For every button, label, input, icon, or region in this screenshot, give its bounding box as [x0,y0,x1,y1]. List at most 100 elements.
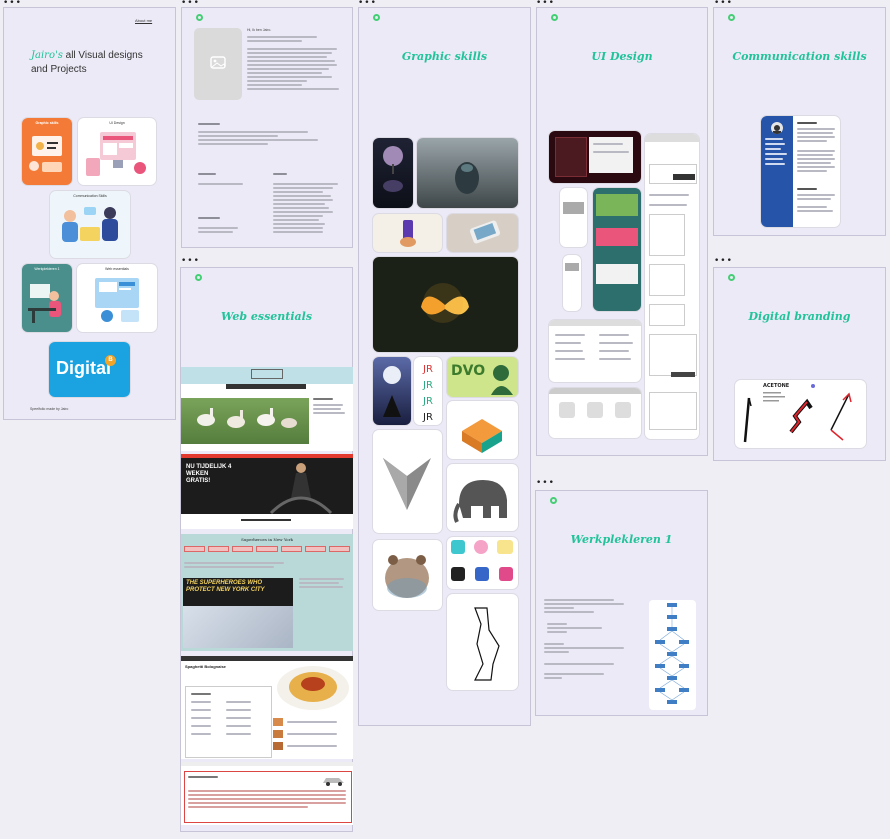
digital-badge-icon: B [105,355,116,366]
dvo-poster-image: DVO [451,363,513,395]
ui-design-frame: UI Design [536,7,708,456]
frame-title: Digital branding [748,310,851,323]
rock-image [455,162,479,194]
communication-illustration-icon [62,207,118,242]
isometric-house-image [462,419,502,453]
frame-title: Web essentials [220,310,313,323]
about-greeting: Hi, Ik ben Jairo. [247,28,272,32]
designer-illustration-icon [29,136,62,172]
ui-mockup-mobile-1[interactable] [560,188,587,247]
phone-hand-image [400,220,416,247]
ui-mockup-contact-page[interactable] [549,388,641,438]
web-project-alpaca-site[interactable] [181,367,353,451]
svg-text:JR: JR [422,380,433,391]
werkplekleren-frame: Werkplekleren 1 [535,490,708,716]
frame-menu-dots[interactable]: ••• [181,0,200,8]
artwork-dvo-poster[interactable]: DVO [447,357,518,397]
ui-mockup-wireframe-table[interactable] [549,320,641,382]
avatar [771,122,783,134]
gym-banner-text: NU TIJDELIJK 4 WEKEN GRATIS! [186,464,232,484]
intro-card-web-essentials[interactable]: Web essentials [77,264,157,332]
frame-title: Werkplekleren 1 [570,533,673,546]
ui-mockup-desktop-form[interactable] [645,134,699,439]
ui-mockup-login-dark[interactable] [549,131,641,183]
alpaca-photo [197,408,297,428]
intro-card-werkplekleren[interactable]: Werkplekleren 1 [22,264,72,332]
web-project-superheroes-site[interactable]: Superheroes in New York THE SUPERHEROES … [181,534,353,651]
frame-title: UI Design [591,50,653,63]
artwork-fire-butterfly[interactable] [373,257,518,352]
artwork-phone-hand[interactable] [373,214,442,252]
profile-image-placeholder [194,28,242,100]
frame-menu-dots[interactable]: ••• [3,0,22,8]
communication-frame: Communication skills [713,7,886,236]
web-project-car-site[interactable] [181,762,353,825]
intro-card-digital[interactable]: Digital B [49,342,130,397]
artwork-moon-girl[interactable] [373,357,411,425]
jr-logo-variants: JR JR JR JR [422,364,433,423]
artwork-night-tree[interactable] [373,138,413,208]
frame-menu-dots[interactable]: ••• [714,0,733,8]
web-project-gym-site[interactable]: NU TIJDELIJK 4 WEKEN GRATIS! [181,454,353,529]
ui-design-illustration-icon [86,132,146,176]
frame-menu-dots[interactable]: ••• [181,257,200,266]
athlete-photo [269,463,333,515]
car-photo [323,778,344,786]
werkplek-flowchart[interactable] [649,600,696,710]
frame-pin-icon [550,497,557,504]
frame-menu-dots[interactable]: ••• [714,257,733,266]
artwork-jr-logos[interactable]: JR JR JR JR [414,357,442,425]
frame-title: Communication skills [732,50,867,63]
intro-card-ui-design[interactable]: UI Design [78,118,156,185]
cv-document[interactable] [761,116,840,227]
frame-pin-icon [728,14,735,21]
phone-mockup-image [469,220,501,244]
artwork-kangaroo-sketch[interactable] [447,594,518,690]
app-icons-image [451,540,513,581]
intro-title-line2: and Projects [31,64,87,75]
artwork-bear[interactable] [373,540,442,610]
superheroes-banner-text: THE SUPERHEROES WHO PROTECT NEW YORK CIT… [186,580,265,593]
artwork-rock-on-table[interactable] [417,138,518,208]
intro-footer: Speelfolio made by Jairo [30,407,69,411]
spaghetti-photo [277,666,349,710]
branding-logo-sheet[interactable]: ACETONE [735,380,866,448]
digital-badge-text: B [108,357,113,363]
web-illustration-icon [95,278,139,322]
frame-menu-dots[interactable]: ••• [536,479,555,488]
frame-menu-dots[interactable]: ••• [358,0,377,8]
artwork-phone-mockup[interactable] [447,214,518,252]
ui-mockup-mobile-2[interactable] [563,255,581,311]
werkplek-text-lines [544,599,639,689]
moon-image [383,366,401,417]
tree-reflection-image [383,146,403,192]
web-project-recipe-site[interactable]: Spaghetti Bolognaise [181,656,353,759]
about-frame: Hi, Ik ben Jairo. [181,7,353,248]
digital-branding-frame: Digital branding ACETONE [713,267,886,461]
butterfly-image [421,283,469,323]
image-placeholder-icon [210,56,226,69]
intro-card-graphic-skills[interactable]: Graphic skills [22,118,72,185]
ui-mockup-mobile-green[interactable] [593,188,641,311]
superheroes-banner: THE SUPERHEROES WHO PROTECT NEW YORK CIT… [183,578,293,606]
artwork-app-icons[interactable] [447,537,518,589]
svg-text:JR: JR [422,412,433,423]
svg-text:JR: JR [422,396,433,407]
recipe-title: Spaghetti Bolognaise [185,664,226,669]
brand-logo-text: ACETONE [763,383,790,389]
kangaroo-line-drawing [474,607,500,681]
bear-image [385,555,429,598]
elephant-image [453,480,507,523]
frame-pin-icon [196,14,203,21]
graphic-skills-frame: Graphic skills JR JR JR JR DVO [358,7,531,726]
frame-pin-icon [551,14,558,21]
artwork-elephant[interactable] [447,464,518,531]
web-essentials-frame: Web essentials NU TIJDELIJK 4 WEKEN GRAT… [180,267,353,832]
about-me-link[interactable]: About me [135,18,152,23]
intro-card-communication[interactable]: Communication Skills [50,191,130,258]
artwork-isometric-house[interactable] [447,401,518,459]
artwork-v-logo[interactable] [373,430,442,533]
frame-pin-icon [728,274,735,281]
frame-menu-dots[interactable]: ••• [536,0,555,8]
intro-title: Jairo's all Visual designs and Projects [31,49,171,77]
